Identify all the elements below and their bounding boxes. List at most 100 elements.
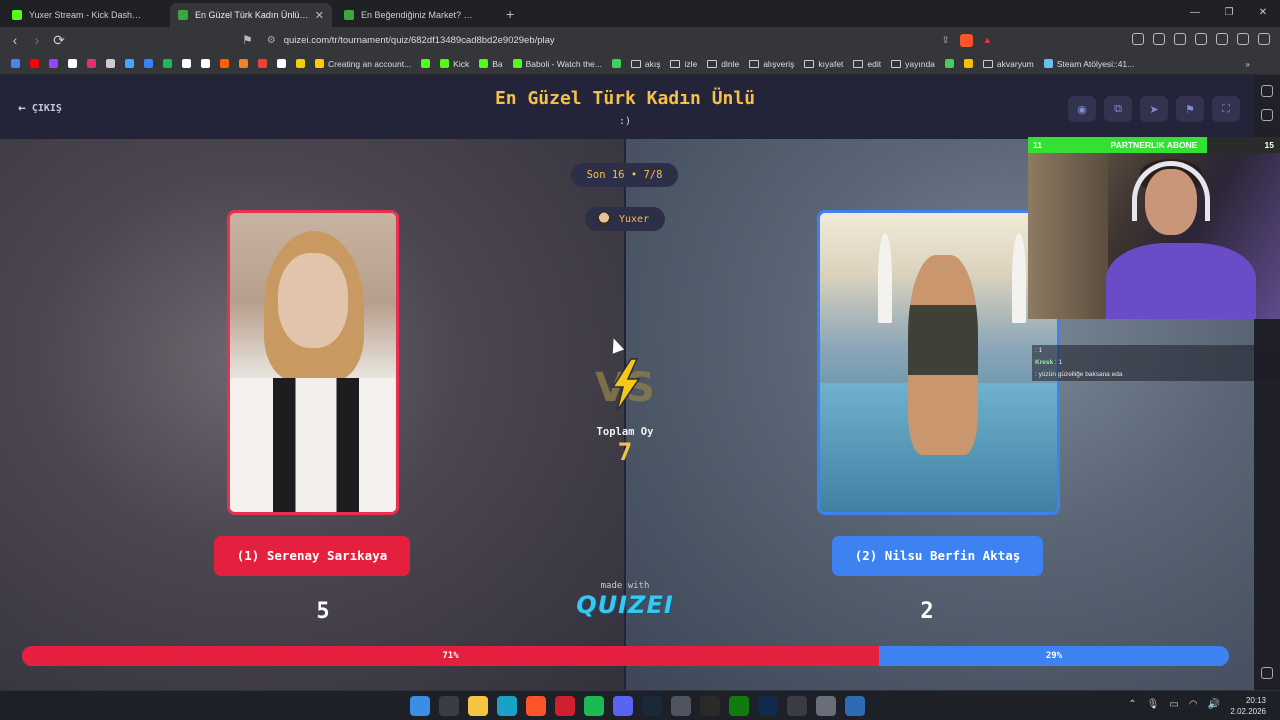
search-icon[interactable]: [439, 696, 459, 716]
share-icon[interactable]: ⇪: [942, 35, 950, 46]
fullscreen-button[interactable]: ⛶: [1212, 96, 1240, 122]
file-explorer-icon[interactable]: [468, 696, 488, 716]
bookmark-item[interactable]: [46, 59, 61, 68]
bookmark-item[interactable]: [418, 59, 433, 68]
bookmark-item[interactable]: akvaryum: [980, 59, 1037, 69]
brave-rewards-icon[interactable]: ▲: [983, 35, 992, 46]
sidebar-panel-icon[interactable]: [1261, 109, 1273, 121]
bookmark-item[interactable]: [217, 59, 232, 68]
wallet-icon[interactable]: [1174, 33, 1186, 45]
bookmark-item[interactable]: akış: [628, 59, 664, 69]
address-bar[interactable]: ⚑ ⚙ quizei.com/tr/tournament/quiz/682df1…: [242, 30, 992, 50]
chevron-up-icon[interactable]: ⌃: [1128, 699, 1136, 710]
bookmark-item[interactable]: [103, 59, 118, 68]
bookmark-item[interactable]: dinle: [704, 59, 742, 69]
bookmark-item[interactable]: [942, 59, 957, 68]
bookmark-item[interactable]: yayında: [888, 59, 938, 69]
option-card-left[interactable]: [227, 210, 399, 515]
eye-button[interactable]: ◉: [1068, 96, 1096, 122]
option-label-left[interactable]: (1) Serenay Sarıkaya: [214, 536, 410, 576]
report-button[interactable]: ⚑: [1176, 96, 1204, 122]
bookmark-item[interactable]: Kick: [437, 59, 472, 69]
bookmark-item[interactable]: [236, 59, 251, 68]
tab-quiz-active[interactable]: En Güzel Türk Kadın Ünlü - Tier l ✕: [170, 3, 332, 27]
edge-icon[interactable]: [497, 696, 517, 716]
extensions-icon[interactable]: [1153, 33, 1165, 45]
w-icon: [182, 59, 191, 68]
site-info-icon[interactable]: ⚙: [267, 35, 276, 46]
volume-icon[interactable]: 🔊: [1208, 699, 1220, 710]
close-icon[interactable]: ✕: [315, 9, 324, 22]
bookmark-item[interactable]: [122, 59, 137, 68]
brave-shields-icon[interactable]: [959, 33, 973, 47]
bookmark-item[interactable]: [198, 59, 213, 68]
bookmark-item[interactable]: kıyafet: [801, 59, 846, 69]
webcam-wall: [1028, 153, 1108, 319]
option-card-right[interactable]: [817, 210, 1060, 515]
bookmark-item[interactable]: [179, 59, 194, 68]
photoshop-icon[interactable]: [758, 696, 778, 716]
bookmark-item[interactable]: [274, 59, 289, 68]
bookmark-item[interactable]: izle: [667, 59, 700, 69]
bookmark-item[interactable]: Baboli - Watch the...: [510, 59, 605, 69]
system-tray: ⌃ 🎙 ▭ ◠ 🔊: [1128, 699, 1220, 710]
menu-icon[interactable]: [1258, 33, 1270, 45]
steam-icon[interactable]: [642, 696, 662, 716]
xbox-icon[interactable]: [729, 696, 749, 716]
bookmark-item[interactable]: [27, 59, 42, 68]
start-icon[interactable]: [410, 696, 430, 716]
bookmark-item[interactable]: Creating an account...: [312, 59, 414, 69]
close-window-icon[interactable]: ✕: [1246, 0, 1280, 26]
share-button[interactable]: ⧉: [1104, 96, 1132, 122]
sidebar-icon[interactable]: [1195, 33, 1207, 45]
avatar: [597, 212, 611, 226]
bookmark-item[interactable]: [160, 59, 175, 68]
exit-button[interactable]: ← ÇIKIŞ: [18, 101, 62, 116]
wifi-icon[interactable]: ◠: [1189, 699, 1198, 710]
opera-icon[interactable]: [555, 696, 575, 716]
sidebar-pin-icon[interactable]: [1261, 85, 1273, 97]
vpn-icon[interactable]: [1132, 33, 1144, 45]
discord-icon[interactable]: [613, 696, 633, 716]
bookmark-item[interactable]: [65, 59, 80, 68]
bookmark-item[interactable]: edit: [850, 59, 884, 69]
spotify-icon[interactable]: [584, 696, 604, 716]
bookmark-item[interactable]: [255, 59, 270, 68]
calculator-icon[interactable]: [671, 696, 691, 716]
tab-kick-dashboard[interactable]: Yuxer Stream - Kick Dashboard ✕: [4, 3, 166, 27]
bookmark-item[interactable]: [293, 59, 308, 68]
forward-icon[interactable]: ›: [26, 32, 48, 48]
minimize-icon[interactable]: —: [1178, 0, 1212, 26]
system-clock[interactable]: 20:13 2.02.2026: [1230, 695, 1266, 717]
sidebar-settings-icon[interactable]: [1261, 667, 1273, 679]
bookmark-item[interactable]: Ba: [476, 59, 505, 69]
arrow-left-icon: ←: [18, 101, 26, 116]
reload-icon[interactable]: ⟳: [48, 32, 70, 49]
leo-icon[interactable]: [1216, 33, 1228, 45]
network-app-icon[interactable]: [845, 696, 865, 716]
new-tab-button[interactable]: +: [506, 3, 514, 27]
back-icon[interactable]: ‹: [4, 32, 26, 48]
display-icon[interactable]: ▭: [1169, 699, 1178, 710]
bookmark-icon[interactable]: ⚑: [242, 33, 253, 47]
quizei-logo[interactable]: QUIZEI: [575, 591, 675, 619]
capture-icon[interactable]: [816, 696, 836, 716]
bookmark-item[interactable]: Steam Atölyesi::41...: [1041, 59, 1137, 69]
obs-icon[interactable]: [787, 696, 807, 716]
epic-games-icon[interactable]: [700, 696, 720, 716]
brave-icon[interactable]: [526, 696, 546, 716]
microphone-icon[interactable]: 🎙: [1147, 699, 1160, 710]
send-button[interactable]: ➤: [1140, 96, 1168, 122]
bookmarks-overflow-button[interactable]: »: [1245, 59, 1250, 69]
tab-market-tier-list[interactable]: En Beğendiğiniz Market? - Tier List | ✕: [336, 3, 498, 27]
bookmark-item[interactable]: [609, 59, 624, 68]
option-label-right[interactable]: (2) Nilsu Berfin Aktaş: [832, 536, 1043, 576]
bookmark-item[interactable]: [8, 59, 23, 68]
maximize-icon[interactable]: ❐: [1212, 0, 1246, 26]
bookmark-item[interactable]: [141, 59, 156, 68]
url-text[interactable]: quizei.com/tr/tournament/quiz/682df13489…: [284, 35, 555, 46]
bookmark-item[interactable]: alışveriş: [746, 59, 797, 69]
bookmark-item[interactable]: [84, 59, 99, 68]
bookmark-item[interactable]: [961, 59, 976, 68]
shield-icon[interactable]: [1237, 33, 1249, 45]
